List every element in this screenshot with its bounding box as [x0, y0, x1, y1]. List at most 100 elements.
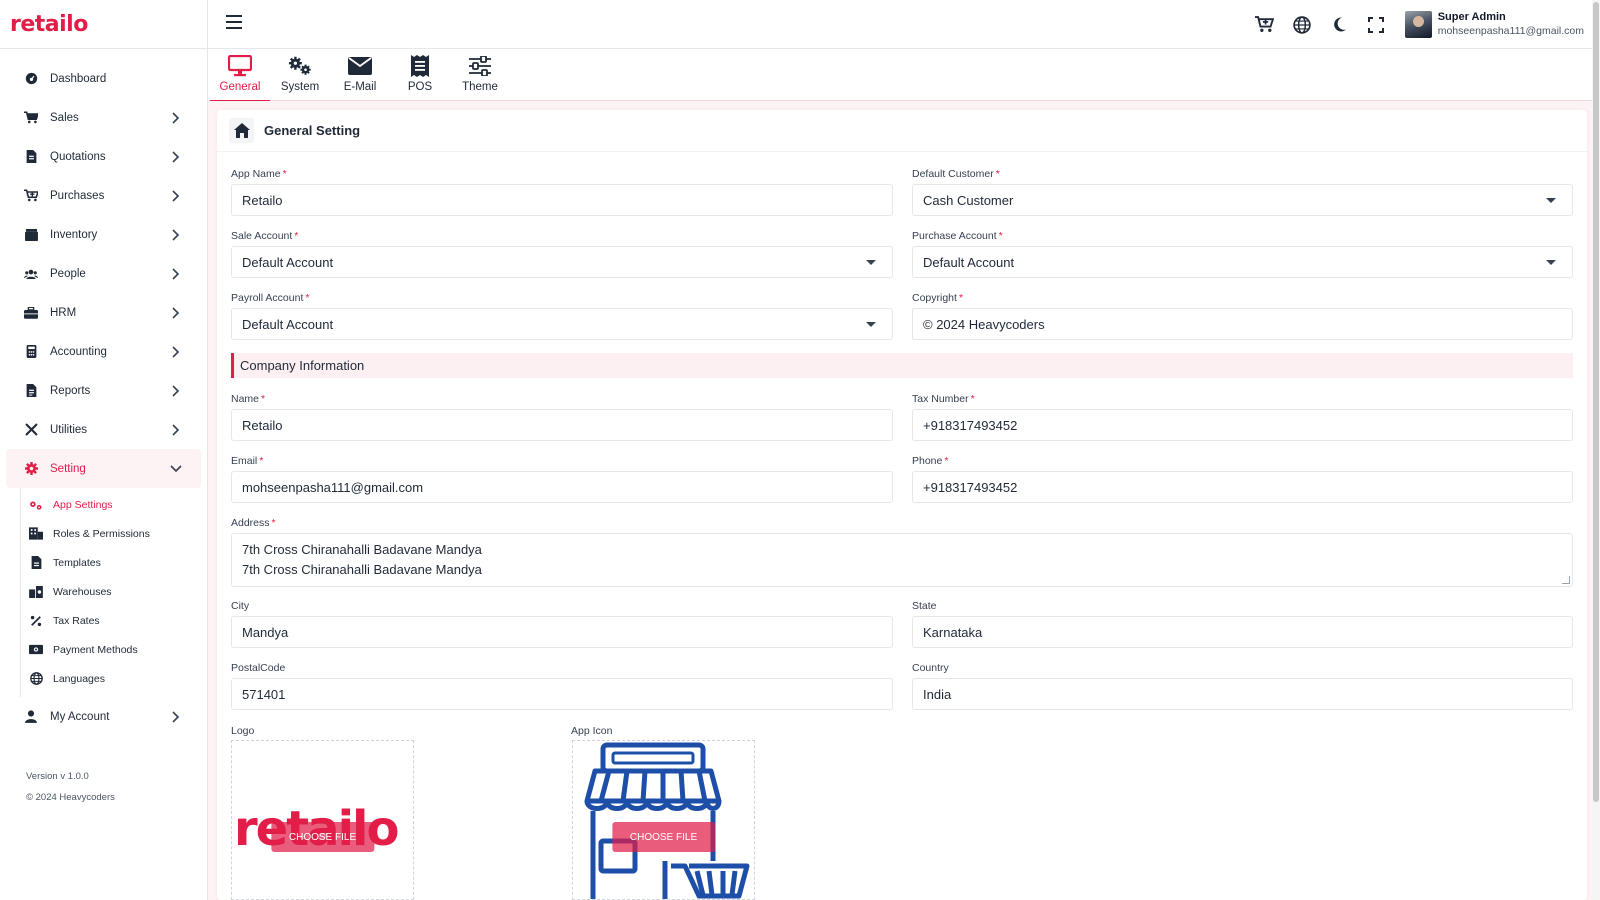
city-input[interactable]: Mandya — [231, 616, 893, 648]
country-input[interactable]: India — [912, 678, 1573, 710]
sidebar-subitem-label: Warehouses — [53, 585, 112, 598]
globe-icon — [29, 672, 43, 686]
app-icon-upload[interactable]: CHOOSE FILE — [572, 740, 755, 900]
address-field: Address * 7th Cross Chiranahalli Badavane… — [231, 516, 1573, 587]
app-name-input[interactable]: Retailo — [231, 184, 893, 216]
copyright-field: Copyright * © 2024 Heavycoders — [912, 291, 1573, 340]
postal-code-field: PostalCode 571401 — [231, 661, 893, 710]
field-label: App Name * — [231, 168, 287, 180]
user-icon — [24, 710, 38, 724]
cart-icon[interactable] — [1255, 15, 1275, 35]
address-line-2: 7th Cross Chiranahalli Badavane Mandya — [242, 562, 482, 577]
sidebar-item-sales[interactable]: Sales — [6, 98, 201, 137]
logo-choose-file-button[interactable]: CHOOSE FILE — [270, 822, 375, 852]
globe-icon[interactable] — [1292, 15, 1312, 35]
store-icon — [584, 742, 750, 899]
purchase-account-field: Purchase Account * Default Account — [912, 229, 1573, 278]
sidebar-item-utilities[interactable]: Utilities — [6, 410, 201, 449]
tax-number-field: Tax Number * +918317493452 — [912, 392, 1573, 441]
sidebar-subitem-tax-rates[interactable]: Tax Rates — [21, 606, 207, 635]
sidebar-subitem-label: Roles & Permissions — [53, 527, 150, 540]
user-menu[interactable]: Super Admin mohseenpasha111@gmail.com — [1404, 10, 1584, 39]
caret-down-icon — [866, 322, 876, 327]
tab-system[interactable]: System — [270, 49, 330, 101]
tab-pos[interactable]: POS — [390, 49, 450, 101]
scrollbar[interactable] — [1592, 0, 1600, 900]
gears-icon — [29, 498, 43, 512]
copyright-text: © 2024 Heavycoders — [26, 792, 115, 803]
logo-label: Logo — [231, 725, 255, 737]
phone-input[interactable]: +918317493452 — [912, 471, 1573, 503]
postal-code-input[interactable]: 571401 — [231, 678, 893, 710]
brand[interactable]: retailo — [0, 0, 207, 49]
field-label: Sale Account * — [231, 230, 299, 242]
sidebar-subitem-warehouses[interactable]: Warehouses — [21, 577, 207, 606]
hamburger-menu-icon[interactable] — [226, 15, 246, 33]
sidebar-item-label: Utilities — [50, 423, 88, 436]
copyright-input[interactable]: © 2024 Heavycoders — [912, 308, 1573, 340]
tax-number-input[interactable]: +918317493452 — [912, 409, 1573, 441]
sidebar-item-inventory[interactable]: Inventory — [6, 215, 201, 254]
sidebar-subitem-payment-methods[interactable]: Payment Methods — [21, 635, 207, 664]
sidebar-subitem-roles-permissions[interactable]: Roles & Permissions — [21, 519, 207, 548]
field-label: Email * — [231, 455, 264, 467]
state-input[interactable]: Karnataka — [912, 616, 1573, 648]
city-field: City Mandya — [231, 599, 893, 648]
tab-label: Theme — [462, 81, 498, 93]
document-icon — [24, 150, 38, 164]
app-icon-choose-file-button[interactable]: CHOOSE FILE — [611, 822, 716, 852]
sidebar-subitem-languages[interactable]: Languages — [21, 664, 207, 693]
sidebar-item-dashboard[interactable]: Dashboard — [6, 59, 201, 98]
field-label: Name * — [231, 393, 266, 405]
sidebar-item-reports[interactable]: Reports — [6, 371, 201, 410]
tab-general[interactable]: General — [210, 49, 270, 102]
tab-label: E-Mail — [343, 81, 377, 93]
chevron-right-icon — [169, 306, 183, 320]
sidebar-item-my-account[interactable]: My Account — [6, 697, 201, 736]
percent-icon — [29, 614, 43, 628]
sidebar-item-quotations[interactable]: Quotations — [6, 137, 201, 176]
sidebar-subitem-label: App Settings — [53, 498, 113, 511]
sidebar-subitem-templates[interactable]: Templates — [21, 548, 207, 577]
company-information-heading: Company Information — [231, 353, 1573, 378]
payroll-account-select[interactable]: Default Account — [231, 308, 893, 340]
field-label: Address * — [231, 517, 276, 529]
sidebar-subitem-label: Languages — [53, 672, 105, 685]
brand-logo[interactable]: retailo — [10, 12, 88, 37]
default-customer-select[interactable]: Cash Customer — [912, 184, 1573, 216]
moon-icon[interactable] — [1329, 15, 1349, 35]
home-icon[interactable] — [229, 118, 254, 143]
field-label: Tax Number * — [912, 393, 975, 405]
sidebar-item-label: People — [50, 267, 86, 280]
sidebar-item-people[interactable]: People — [6, 254, 201, 293]
field-label: Payroll Account * — [231, 292, 310, 304]
sidebar-item-purchases[interactable]: Purchases — [6, 176, 201, 215]
resize-handle-icon[interactable] — [1562, 576, 1570, 584]
sidebar-item-hrm[interactable]: HRM — [6, 293, 201, 332]
sidebar-nav: Dashboard Sales Quotations Purchases Inv… — [0, 49, 207, 736]
company-name-input[interactable]: Retailo — [231, 409, 893, 441]
address-textarea[interactable]: 7th Cross Chiranahalli Badavane Mandya 7… — [231, 533, 1573, 587]
scrollbar-thumb[interactable] — [1593, 2, 1599, 802]
logo-upload[interactable]: retailo CHOOSE FILE — [231, 740, 414, 900]
report-icon — [24, 384, 38, 398]
sidebar-item-label: Setting — [50, 462, 86, 475]
sale-account-select[interactable]: Default Account — [231, 246, 893, 278]
avatar[interactable] — [1404, 11, 1432, 38]
field-label: Country — [912, 662, 949, 674]
email-input[interactable]: mohseenpasha111@gmail.com — [231, 471, 893, 503]
fullscreen-icon[interactable] — [1366, 15, 1386, 35]
tab-theme[interactable]: Theme — [450, 49, 510, 101]
briefcase-icon — [24, 306, 38, 320]
sidebar-item-label: Purchases — [50, 189, 105, 202]
field-label: State — [912, 600, 937, 612]
purchase-account-select[interactable]: Default Account — [912, 246, 1573, 278]
topbar-actions: Super Admin mohseenpasha111@gmail.com — [1255, 0, 1600, 49]
sidebar: retailo Dashboard Sales Quotations Purch… — [0, 0, 208, 900]
sidebar-item-accounting[interactable]: Accounting — [6, 332, 201, 371]
panel-header: General Setting — [217, 110, 1587, 152]
settings-tabs: General System E-Mail POS Theme — [208, 49, 1600, 102]
tab-email[interactable]: E-Mail — [330, 49, 390, 101]
sidebar-item-setting[interactable]: Setting — [6, 449, 201, 488]
sidebar-subitem-app-settings[interactable]: App Settings — [21, 490, 207, 519]
